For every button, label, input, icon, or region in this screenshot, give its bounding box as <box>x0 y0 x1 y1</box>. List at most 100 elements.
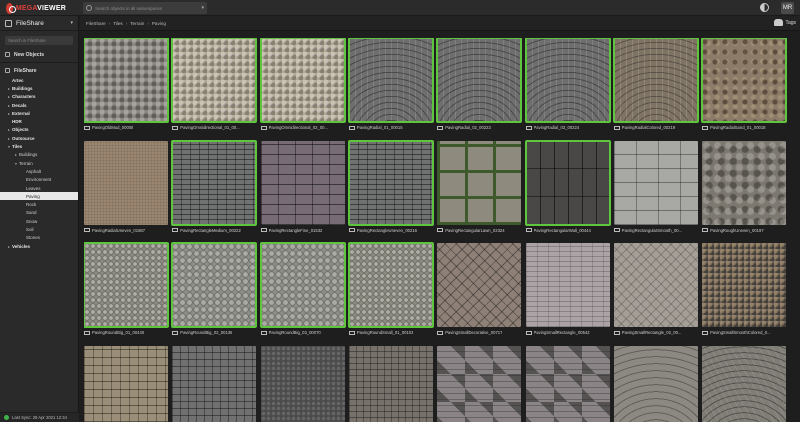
sidebar-item-hdr[interactable]: HDR <box>0 117 78 125</box>
asset-thumbnail[interactable] <box>172 345 257 422</box>
asset-thumbnail[interactable] <box>84 345 168 422</box>
sidebar-item-artec[interactable]: Artec <box>0 76 78 84</box>
asset-tile[interactable]: PavingRectangleMedium_00222 <box>171 139 258 233</box>
asset-tile[interactable] <box>525 345 610 422</box>
theme-toggle-icon[interactable] <box>760 3 769 12</box>
asset-tile[interactable]: PavingRadial_02_00223 <box>436 38 523 130</box>
asset-tile[interactable]: PavingSmallDecorative_00717 <box>437 243 522 335</box>
chevron-down-icon[interactable]: ▾ <box>201 5 204 11</box>
sidebar-item-stones[interactable]: Stones <box>0 234 78 242</box>
global-search-input[interactable] <box>95 5 199 11</box>
asset-thumbnail[interactable] <box>525 345 610 422</box>
asset-tile[interactable]: PavingRadial_03_00224 <box>524 38 611 130</box>
asset-tile[interactable]: PavingRoughUneven_00197 <box>702 140 787 233</box>
asset-tile[interactable]: PavingRoundBig_02_00138 <box>171 242 258 335</box>
sidebar-item-objects[interactable]: ▸ Objects <box>0 126 78 134</box>
namespace-selector[interactable]: FileShare ▾ <box>0 16 78 31</box>
asset-tile[interactable]: PavingRectangleFine_01532 <box>260 140 345 233</box>
global-search[interactable]: ▾ <box>83 2 207 14</box>
asset-tile[interactable] <box>84 345 168 422</box>
asset-tile[interactable]: PavingRectangularWall_00444 <box>524 139 611 233</box>
asset-tile[interactable]: PavingRoundBig_03_00070 <box>259 242 346 335</box>
asset-tile[interactable]: PavingSmallRectangle_00542 <box>525 243 610 335</box>
asset-tile[interactable] <box>260 345 345 422</box>
breadcrumb-item[interactable]: FileShare <box>86 21 106 26</box>
sidebar-item-characters[interactable]: ▸ Characters <box>0 93 78 101</box>
tags-button[interactable]: Tags <box>774 19 796 26</box>
sidebar-item-paving[interactable]: Paving <box>0 192 78 201</box>
asset-tile[interactable]: PavingSmallSmoothColored_0... <box>702 243 787 335</box>
asset-thumbnail[interactable] <box>84 140 168 225</box>
sidebar-item-sand[interactable]: Sand <box>0 209 78 217</box>
asset-thumbnail[interactable] <box>701 38 788 123</box>
asset-thumbnail[interactable] <box>171 38 258 123</box>
asset-thumbnail[interactable] <box>260 140 345 225</box>
asset-thumbnail[interactable] <box>525 243 610 327</box>
asset-thumbnail[interactable] <box>437 140 522 225</box>
asset-tile[interactable]: PavingRectangularLawn_02324 <box>437 140 522 233</box>
sidebar-item-asphalt[interactable]: Asphalt <box>0 167 78 175</box>
asset-thumbnail[interactable] <box>84 38 169 123</box>
sidebar-item-snow[interactable]: Snow <box>0 217 78 225</box>
asset-tile[interactable] <box>702 345 787 422</box>
sidebar-item-tiles[interactable]: ▾ Tiles <box>0 142 78 150</box>
breadcrumb-item[interactable]: Terrain <box>130 21 144 26</box>
asset-tile[interactable]: PavingRadialUneven_01687 <box>84 140 168 233</box>
asset-tile[interactable]: PavingOldMud_00008 <box>84 38 169 130</box>
sidebar-item-vehicles[interactable]: ▸ Vehicles <box>0 242 78 250</box>
asset-thumbnail[interactable] <box>171 242 258 328</box>
sidebar-item-buildings[interactable]: ▸ Buildings <box>0 151 78 159</box>
app-logo[interactable]: MEGAVIEWER <box>6 2 66 14</box>
asset-thumbnail[interactable] <box>524 139 611 226</box>
fileshare-root[interactable]: FileShare <box>0 65 78 76</box>
asset-tile[interactable]: PavingRadialColored_00219 <box>612 38 699 130</box>
sidebar-item-buildings[interactable]: ▸ Buildings <box>0 84 78 92</box>
asset-thumbnail[interactable] <box>613 243 698 327</box>
asset-thumbnail[interactable] <box>259 242 346 328</box>
asset-tile[interactable]: PavingOmnidirectional_01_00... <box>171 38 258 130</box>
breadcrumb-item[interactable]: Tiles <box>113 21 123 26</box>
asset-tile[interactable]: PavingRadialSand_01_00018 <box>701 38 788 130</box>
sidebar-search-input[interactable] <box>8 38 70 43</box>
asset-thumbnail[interactable] <box>702 345 787 422</box>
asset-tile[interactable] <box>613 345 698 422</box>
asset-tile[interactable]: PavingRoundSmall_01_00103 <box>347 242 434 335</box>
asset-thumbnail[interactable] <box>260 345 345 422</box>
asset-thumbnail[interactable] <box>437 243 522 327</box>
asset-tile[interactable]: PavingOmnidirectional_02_00... <box>259 38 346 130</box>
asset-thumbnail[interactable] <box>348 345 433 422</box>
sidebar-item-terrain[interactable]: ▾ Terrain <box>0 159 78 167</box>
asset-tile[interactable]: PavingSmallRectangle_02_00... <box>613 243 698 335</box>
asset-thumbnail[interactable] <box>702 243 787 327</box>
asset-tile[interactable]: PavingRoundBig_01_00440 <box>84 242 169 335</box>
breadcrumb-item[interactable]: Paving <box>152 21 166 26</box>
asset-tile[interactable] <box>172 345 257 422</box>
asset-thumbnail[interactable] <box>702 140 787 225</box>
asset-thumbnail[interactable] <box>524 38 611 123</box>
asset-thumbnail[interactable] <box>259 38 346 123</box>
asset-tile[interactable]: PavingRectangleUneven_00216 <box>347 139 434 233</box>
asset-thumbnail[interactable] <box>347 139 434 226</box>
asset-thumbnail[interactable] <box>84 242 169 328</box>
asset-tile[interactable] <box>348 345 433 422</box>
asset-thumbnail[interactable] <box>436 38 523 123</box>
sidebar-item-external[interactable]: ▸ External <box>0 109 78 117</box>
sidebar-item-leaves[interactable]: Leaves <box>0 184 78 192</box>
sidebar-item-rock[interactable]: Rock <box>0 200 78 208</box>
sidebar-item-outsource[interactable]: ▸ Outsource <box>0 134 78 142</box>
asset-thumbnail[interactable] <box>613 140 698 225</box>
new-objects-link[interactable]: New Objects <box>0 49 78 60</box>
asset-thumbnail[interactable] <box>347 38 434 123</box>
asset-tile[interactable]: PavingRadial_01_00015 <box>347 38 434 130</box>
asset-tile[interactable]: PavingRectangularSmooth_00... <box>613 140 698 233</box>
sidebar-item-decals[interactable]: ▸ Decals <box>0 101 78 109</box>
avatar[interactable]: MR <box>781 2 794 14</box>
sidebar-item-environment[interactable]: Environment <box>0 176 78 184</box>
asset-thumbnail[interactable] <box>437 345 522 422</box>
asset-thumbnail[interactable] <box>347 242 434 328</box>
sidebar-item-soil[interactable]: Soil <box>0 225 78 233</box>
sidebar-search[interactable] <box>5 36 73 45</box>
asset-thumbnail[interactable] <box>613 345 698 422</box>
asset-thumbnail[interactable] <box>612 38 699 123</box>
asset-thumbnail[interactable] <box>171 139 258 226</box>
